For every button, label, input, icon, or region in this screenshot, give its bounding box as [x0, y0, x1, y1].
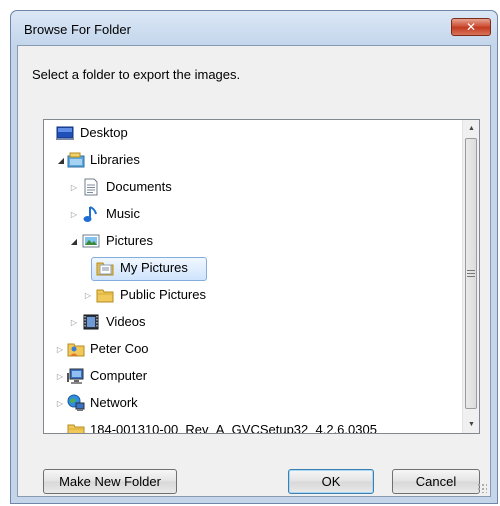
tree-item-pictures[interactable]: ◢ Pictures: [44, 228, 456, 255]
videos-library-icon: [82, 313, 100, 331]
tree-item-computer[interactable]: ▷ Computer: [44, 363, 456, 390]
collapsed-arrow-icon[interactable]: ▷: [70, 183, 78, 192]
tree-item-label: 184-001310-00_Rev_A_GVCSetup32_4.2.6.030…: [90, 422, 377, 434]
user-folder-icon: [67, 340, 85, 358]
collapsed-arrow-icon[interactable]: ▷: [84, 291, 92, 300]
documents-library-icon: [82, 178, 100, 196]
browse-for-folder-dialog: Browse For Folder ✕ Select a folder to e…: [10, 10, 498, 504]
expanded-arrow-icon[interactable]: ◢: [57, 156, 65, 165]
scrollbar-thumb[interactable]: [465, 138, 477, 409]
tree-item-desktop[interactable]: Desktop: [44, 120, 456, 147]
dialog-title: Browse For Folder: [24, 22, 131, 37]
tree-item-label: Computer: [90, 368, 148, 383]
libraries-icon: [67, 151, 85, 169]
thumb-grip-icon: [467, 270, 475, 277]
tree-item-network[interactable]: ▷ Network: [44, 390, 456, 417]
resize-grip-icon[interactable]: [477, 483, 487, 493]
vertical-scrollbar[interactable]: ▲ ▼: [462, 120, 479, 433]
tree-item-label: Documents: [106, 179, 172, 194]
desktop-icon: [56, 124, 74, 142]
title-bar[interactable]: Browse For Folder ✕: [11, 11, 497, 45]
dialog-body: Select a folder to export the images. De…: [17, 45, 491, 497]
make-new-folder-button[interactable]: Make New Folder: [43, 469, 177, 494]
collapsed-arrow-icon[interactable]: ▷: [56, 372, 64, 381]
tree-item-label: Videos: [106, 314, 146, 329]
expanded-arrow-icon[interactable]: ◢: [70, 237, 78, 246]
folder-icon: [67, 421, 85, 433]
tree-item-documents[interactable]: ▷ Documents: [44, 174, 456, 201]
ok-button[interactable]: OK: [288, 469, 374, 494]
scroll-down-arrow-icon[interactable]: ▼: [463, 416, 479, 433]
tree-item-label: Libraries: [90, 152, 140, 167]
tree-item-label: Desktop: [80, 125, 128, 140]
pictures-library-icon: [82, 232, 100, 250]
tree-item-public-pictures[interactable]: ▷ Public Pictures: [44, 282, 456, 309]
tree-item-gvc-setup-folder[interactable]: 184-001310-00_Rev_A_GVCSetup32_4.2.6.030…: [44, 417, 456, 434]
music-library-icon: [82, 205, 100, 223]
folder-icon: [96, 259, 114, 277]
tree-item-my-pictures[interactable]: My Pictures: [44, 255, 456, 282]
tree-item-music[interactable]: ▷ Music: [44, 201, 456, 228]
tree-item-libraries[interactable]: ◢ Libraries: [44, 147, 456, 174]
close-icon: ✕: [465, 20, 477, 34]
collapsed-arrow-icon[interactable]: ▷: [56, 399, 64, 408]
tree-item-videos[interactable]: ▷ Videos: [44, 309, 456, 336]
tree-item-label: Peter Coo: [90, 341, 149, 356]
scroll-up-arrow-icon[interactable]: ▲: [463, 120, 479, 137]
folder-tree[interactable]: Desktop ◢ Libraries ▷ Documents ▷ Music …: [43, 119, 480, 434]
tree-item-peter-coo[interactable]: ▷ Peter Coo: [44, 336, 456, 363]
tree-item-label: My Pictures: [120, 260, 188, 275]
collapsed-arrow-icon[interactable]: ▷: [70, 318, 78, 327]
computer-icon: [67, 367, 85, 385]
cancel-button[interactable]: Cancel: [392, 469, 480, 494]
collapsed-arrow-icon[interactable]: ▷: [56, 345, 64, 354]
tree-item-label: Music: [106, 206, 140, 221]
collapsed-arrow-icon[interactable]: ▷: [70, 210, 78, 219]
tree-item-label: Pictures: [106, 233, 153, 248]
network-icon: [67, 394, 85, 412]
close-button[interactable]: ✕: [451, 18, 491, 36]
folder-icon: [96, 286, 114, 304]
tree-item-label: Network: [90, 395, 138, 410]
tree-item-label: Public Pictures: [120, 287, 206, 302]
instruction-text: Select a folder to export the images.: [32, 67, 241, 82]
